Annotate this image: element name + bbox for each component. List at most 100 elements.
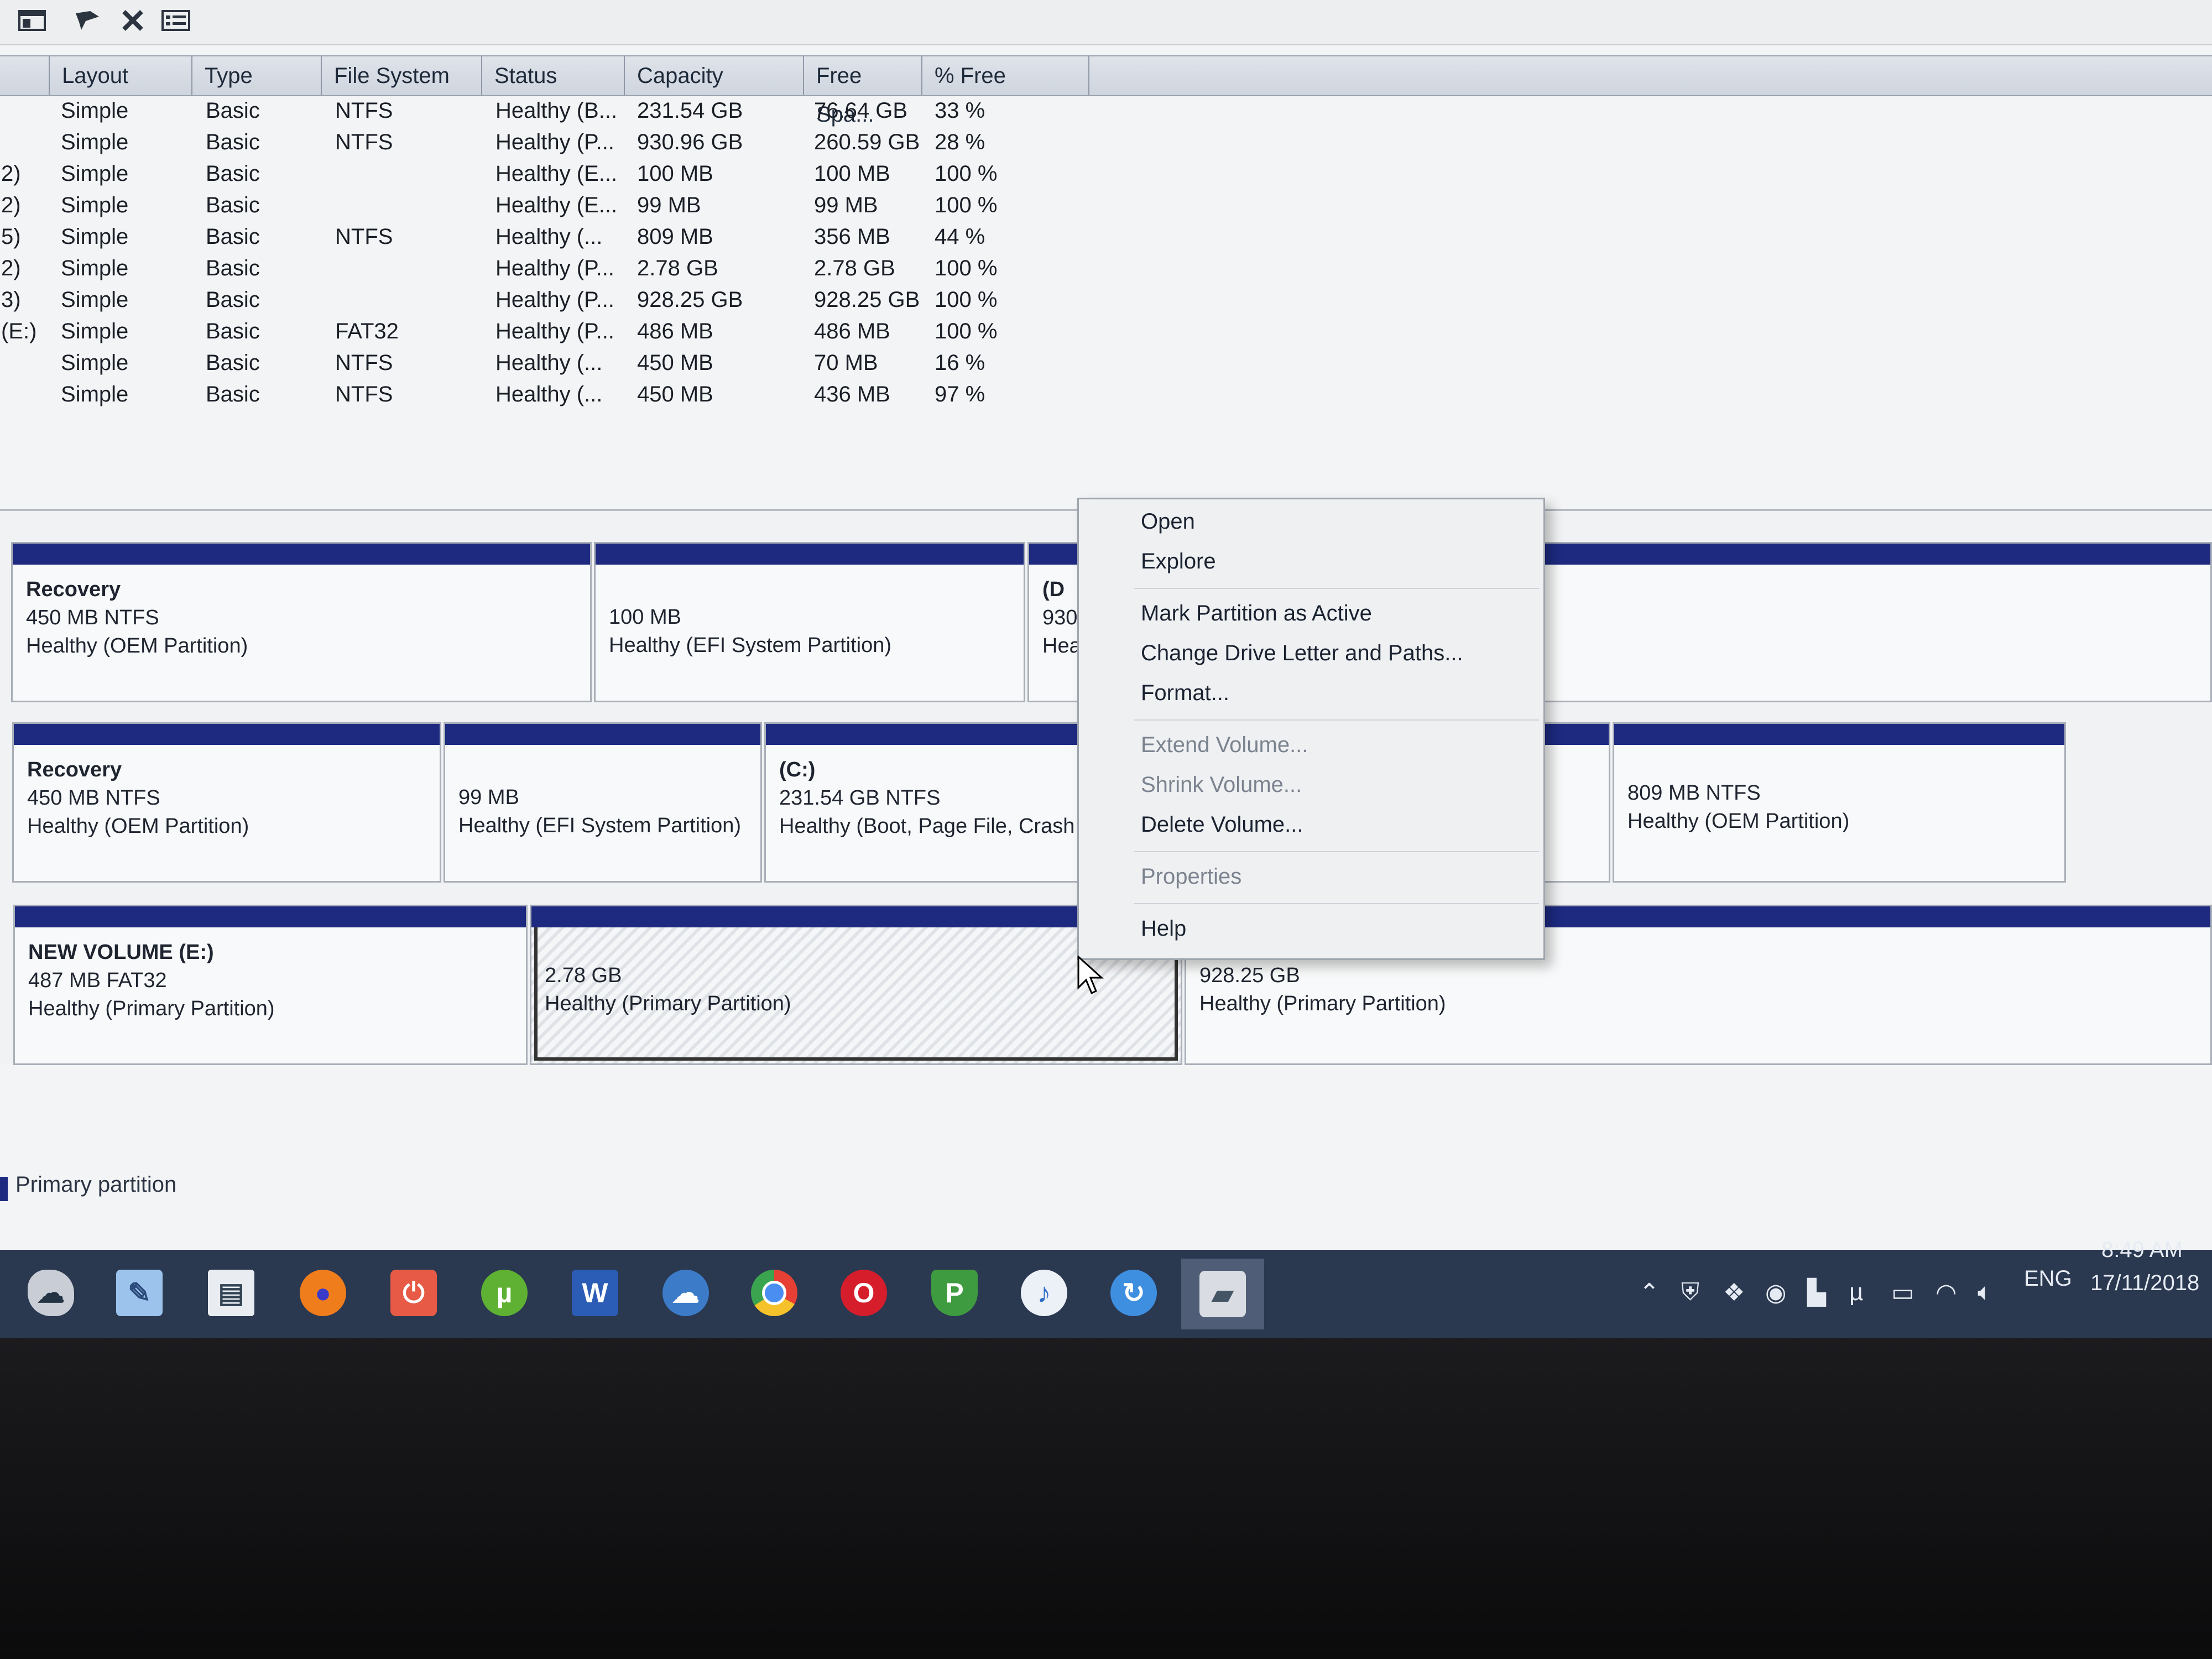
table-row[interactable]: 2) Simple Basic Healthy (E... 99 MB 99 M… [0, 190, 2212, 221]
menu-item-properties[interactable]: Properties [1141, 864, 1241, 889]
table-row[interactable]: 3) Simple Basic Healthy (P... 928.25 GB … [0, 284, 2212, 316]
partition-recovery-disk0[interactable]: Recovery 450 MB NTFS Healthy (OEM Partit… [12, 722, 441, 883]
utorrent-icon[interactable]: µ [474, 1263, 534, 1323]
percent-free-cell: 16 % [935, 351, 985, 375]
column-header-volume[interactable] [0, 56, 50, 95]
menu-item-shrink-volume[interactable]: Shrink Volume... [1141, 773, 1302, 797]
partition-bar [13, 544, 590, 565]
connect-icon[interactable] [72, 7, 103, 34]
column-header-layout[interactable]: Layout [50, 56, 192, 95]
capacity-cell: 486 MB [637, 319, 713, 343]
menu-item-help[interactable]: Help [1141, 916, 1186, 941]
opera-icon[interactable]: O [834, 1263, 894, 1323]
file-manager-icon[interactable]: ▤ [201, 1263, 261, 1323]
file-system-cell: NTFS [335, 225, 393, 249]
firefox-icon[interactable]: ● [293, 1263, 353, 1323]
notepad-icon[interactable]: ✎ [109, 1263, 169, 1323]
capacity-cell: 231.54 GB [637, 98, 743, 123]
layout-cell: Simple [61, 98, 129, 123]
free-space-cell: 928.25 GB [814, 288, 920, 312]
table-row[interactable]: (E:) Simple Basic FAT32 Healthy (P... 48… [0, 316, 2212, 347]
menu-separator [1134, 903, 1539, 904]
partition-size: 930 [1042, 606, 1078, 629]
delete-icon[interactable] [117, 7, 148, 34]
menu-item-mark-active[interactable]: Mark Partition as Active [1141, 601, 1372, 626]
dropbox-icon[interactable]: ❖ [1723, 1279, 1745, 1307]
table-row[interactable]: Simple Basic NTFS Healthy (P... 930.96 G… [0, 127, 2212, 158]
volume-cell: 2) [1, 161, 21, 186]
wifi-icon[interactable]: ◠ [1936, 1279, 1957, 1307]
menu-item-explore[interactable]: Explore [1141, 549, 1216, 574]
layout-cell: Simple [61, 193, 129, 217]
chrome-icon[interactable] [744, 1263, 804, 1323]
vpn-app-icon[interactable]: P [925, 1263, 984, 1323]
show-hidden-icons-chevron-up-icon[interactable]: ⌃ [1639, 1279, 1660, 1307]
partition-title: Recovery [27, 758, 122, 781]
partition-new-volume-e[interactable]: NEW VOLUME (E:) 487 MB FAT32 Healthy (Pr… [13, 905, 528, 1065]
shutdown-app-icon[interactable]: ⏻ [384, 1263, 444, 1323]
input-language-indicator[interactable]: ENG [2024, 1266, 2072, 1291]
toolbar [0, 0, 2212, 45]
partition-info: Recovery 450 MB NTFS Healthy (OEM Partit… [27, 756, 249, 841]
properties-icon[interactable] [160, 7, 191, 34]
usb-drive-icon[interactable]: ▙ [1807, 1279, 1826, 1307]
sync-app-icon[interactable]: ↻ [1104, 1263, 1164, 1323]
partition-title: Recovery [26, 578, 121, 601]
partition-size: 231.54 GB NTFS [779, 786, 941, 810]
volume-icon[interactable]: 🔈︎ [1978, 1279, 1992, 1306]
utorrent-tray-icon[interactable]: µ [1849, 1279, 1863, 1306]
menu-item-change-drive-letter[interactable]: Change Drive Letter and Paths... [1141, 641, 1463, 666]
type-cell: Basic [206, 288, 260, 312]
menu-item-delete-volume[interactable]: Delete Volume... [1141, 812, 1303, 837]
type-cell: Basic [206, 130, 260, 154]
volume-table-header: Layout Type File System Status Capacity … [0, 55, 2212, 127]
partition-recovery-disk1[interactable]: Recovery 450 MB NTFS Healthy (OEM Partit… [11, 542, 592, 702]
table-row[interactable]: Simple Basic NTFS Healthy (... 450 MB 70… [0, 347, 2212, 379]
free-space-cell: 76.64 GB [814, 98, 908, 123]
menu-item-format[interactable]: Format... [1141, 681, 1229, 706]
partition-oem-disk0[interactable]: 809 MB NTFS Healthy (OEM Partition) [1613, 722, 2066, 883]
menu-item-open[interactable]: Open [1141, 509, 1195, 534]
remote-app-icon[interactable]: ☁ [656, 1263, 716, 1323]
menu-separator [1134, 719, 1539, 721]
partition-info: NEW VOLUME (E:) 487 MB FAT32 Healthy (Pr… [28, 938, 275, 1023]
table-row[interactable]: 5) Simple Basic NTFS Healthy (... 809 MB… [0, 221, 2212, 253]
column-header-percent-free[interactable]: % Free [922, 56, 1089, 95]
type-cell: Basic [206, 319, 260, 343]
free-space-cell: 70 MB [814, 351, 878, 375]
word-icon[interactable]: W [565, 1263, 625, 1323]
cloud-app-icon[interactable]: ☁ [21, 1263, 81, 1323]
partition-info: (C:) 231.54 GB NTFS Healthy (Boot, Page … [779, 756, 1074, 841]
menu-item-extend-volume[interactable]: Extend Volume... [1141, 733, 1308, 758]
menu-separator [1134, 588, 1539, 589]
menu-separator [1134, 851, 1539, 852]
table-row[interactable]: Simple Basic NTFS Healthy (B... 231.54 G… [0, 95, 2212, 127]
layout-cell: Simple [61, 161, 129, 186]
status-cell: Healthy (E... [495, 193, 618, 217]
itunes-icon[interactable]: ♪ [1014, 1263, 1074, 1323]
type-cell: Basic [206, 225, 260, 249]
chrome-tray-icon[interactable]: ◉ [1765, 1279, 1786, 1307]
clock-time[interactable]: 8:49 AM [2101, 1238, 2183, 1262]
clock-date[interactable]: 17/11/2018 [2090, 1271, 2199, 1296]
status-cell: Healthy (P... [495, 130, 614, 154]
security-shield-icon[interactable]: ⛨ [1681, 1279, 1699, 1306]
column-header-capacity[interactable]: Capacity [625, 56, 804, 95]
percent-free-cell: 100 % [935, 193, 998, 217]
column-header-free-space[interactable]: Free Spa... [804, 56, 922, 127]
column-header-file-system[interactable]: File System [322, 56, 482, 95]
table-row[interactable]: Simple Basic NTFS Healthy (... 450 MB 43… [0, 379, 2212, 410]
console-tree-icon[interactable] [17, 7, 48, 34]
partition-efi-disk0[interactable]: 99 MB Healthy (EFI System Partition) [444, 722, 762, 883]
partition-efi-disk1[interactable]: 100 MB Healthy (EFI System Partition) [594, 542, 1025, 702]
percent-free-cell: 100 % [935, 161, 998, 186]
table-row[interactable]: 2) Simple Basic Healthy (P... 2.78 GB 2.… [0, 253, 2212, 284]
partition-info: 928.25 GB Healthy (Primary Partition) [1199, 962, 1446, 1018]
battery-icon[interactable]: ▭ [1891, 1279, 1914, 1307]
table-row[interactable]: 2) Simple Basic Healthy (E... 100 MB 100… [0, 158, 2212, 190]
column-header-status[interactable]: Status [482, 56, 625, 95]
partition-info: 809 MB NTFS Healthy (OEM Partition) [1627, 779, 1849, 836]
disk-management-icon[interactable]: ▰ [1181, 1259, 1264, 1329]
partition-status: Healthy (Primary Partition) [28, 997, 275, 1020]
column-header-type[interactable]: Type [192, 56, 322, 95]
